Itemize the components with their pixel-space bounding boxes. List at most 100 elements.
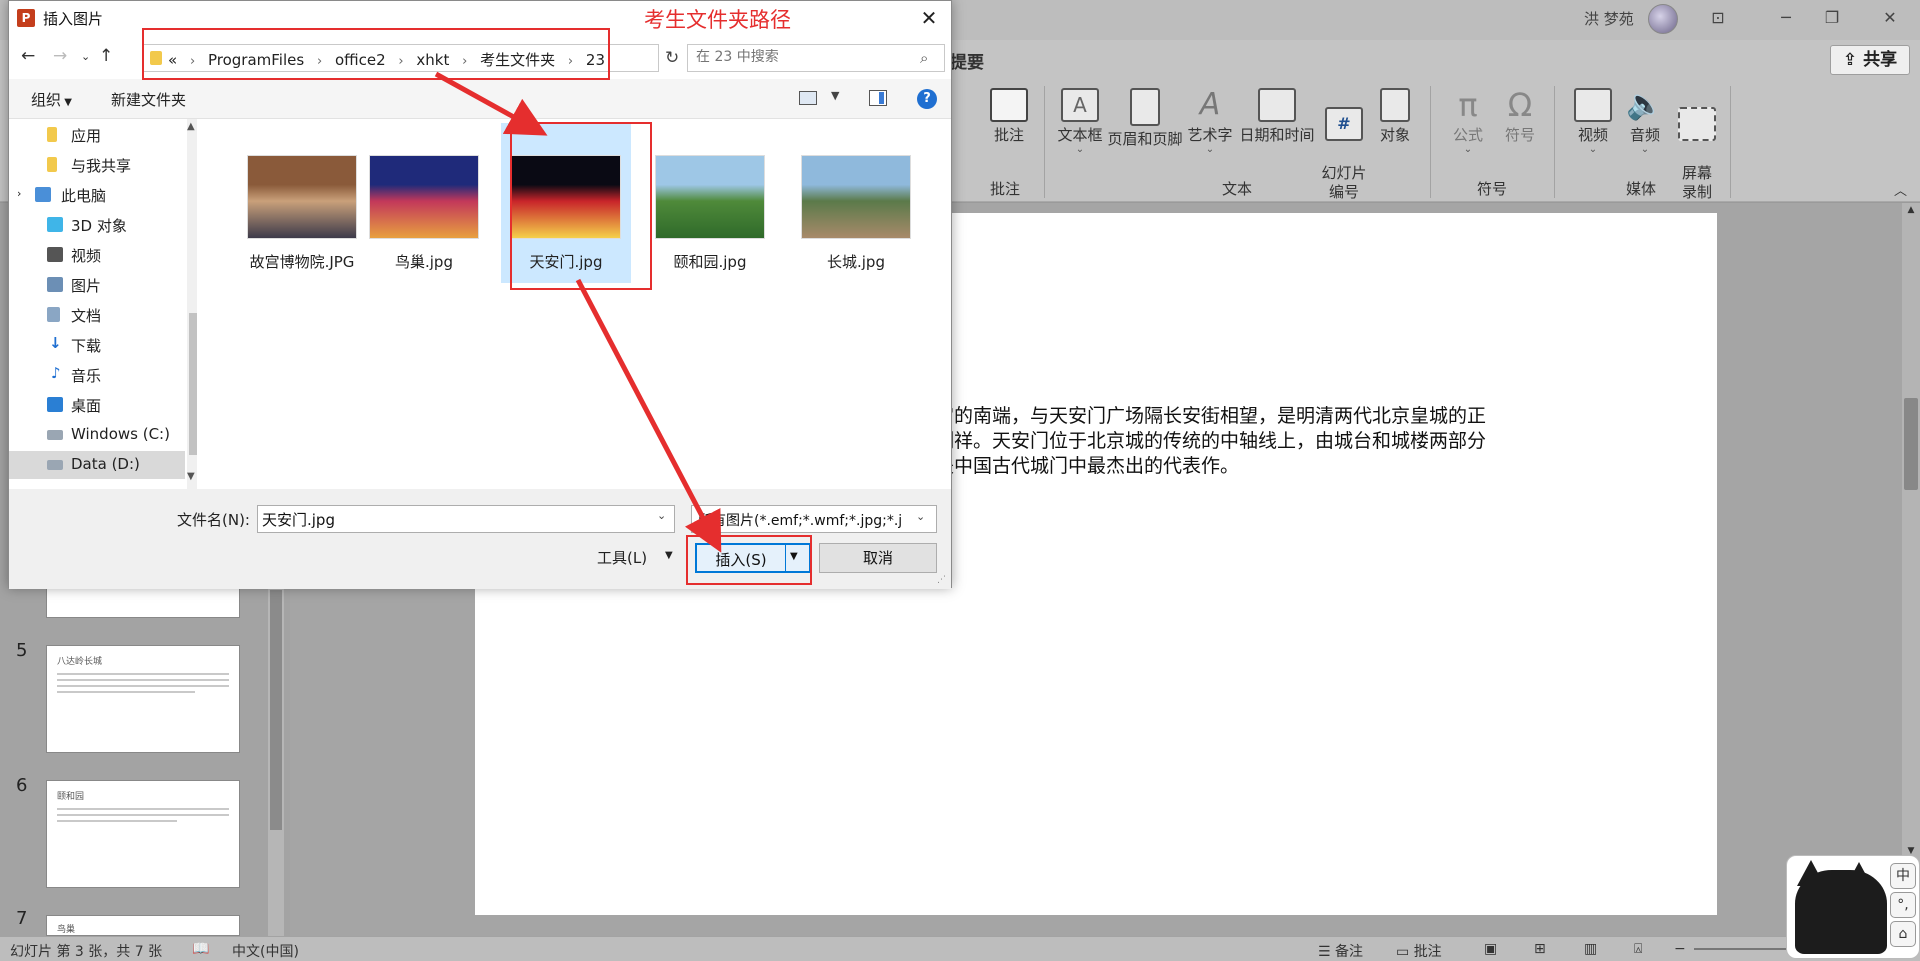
search-box: ⌕ bbox=[687, 44, 945, 72]
ribbon-display-options-icon[interactable]: ⊡ bbox=[1706, 6, 1730, 30]
chevron-down-icon[interactable]: ▼ bbox=[665, 550, 673, 561]
refresh-icon[interactable]: ↻ bbox=[665, 48, 687, 68]
nav-item-label: 与我共享 bbox=[71, 157, 132, 175]
audio-button[interactable]: 🔈 音频 ⌄ bbox=[1620, 88, 1670, 155]
file-type-filter[interactable]: 所有图片(*.emf;*.wmf;*.jpg;*.j ⌄ bbox=[691, 505, 937, 533]
header-footer-button[interactable]: 页眉和页脚 bbox=[1106, 88, 1184, 149]
file-item[interactable]: 鸟巢.jpg bbox=[359, 123, 489, 283]
scroll-up-icon[interactable]: ▲ bbox=[187, 121, 197, 132]
chevron-down-icon[interactable]: ⌄ bbox=[657, 509, 666, 522]
group-media: 媒体 bbox=[1626, 180, 1657, 198]
preview-pane-icon[interactable] bbox=[869, 90, 887, 106]
back-arrow-icon[interactable]: ← bbox=[21, 46, 35, 66]
nav-item[interactable]: 与我共享 bbox=[9, 151, 185, 179]
video-icon bbox=[1574, 88, 1612, 122]
slide-thumbnail[interactable]: 鸟巢 bbox=[46, 915, 240, 936]
comment-label: 批注 bbox=[993, 126, 1024, 144]
slide-thumbnail[interactable]: 颐和园 bbox=[46, 780, 240, 888]
cancel-button[interactable]: 取消 bbox=[819, 543, 937, 573]
tools-button[interactable]: 工具(L) bbox=[597, 547, 647, 568]
change-view-icon[interactable] bbox=[799, 91, 817, 105]
close-icon[interactable]: ✕ bbox=[915, 5, 943, 31]
wordart-button[interactable]: A 艺术字 ⌄ bbox=[1184, 88, 1236, 155]
nav-item[interactable]: 文档 bbox=[9, 301, 185, 329]
nav-item[interactable]: 图片 bbox=[9, 271, 185, 299]
equation-button[interactable]: π 公式 ⌄ bbox=[1444, 88, 1492, 155]
computer-icon bbox=[35, 187, 51, 202]
reading-view-icon[interactable]: ▥ bbox=[1584, 941, 1597, 957]
scroll-up-icon[interactable]: ▲ bbox=[1904, 205, 1918, 219]
language-indicator[interactable]: 中文(中国) bbox=[232, 941, 299, 961]
object-button[interactable]: 对象 bbox=[1372, 88, 1418, 145]
zoom-slider[interactable] bbox=[1694, 948, 1786, 950]
share-button[interactable]: ⇪ 共享 bbox=[1830, 45, 1910, 75]
organize-button[interactable]: 组织 ▼ bbox=[31, 89, 72, 110]
new-folder-button[interactable]: 新建文件夹 bbox=[111, 89, 186, 110]
slide-sorter-icon[interactable]: ⊞ bbox=[1534, 941, 1546, 957]
nav-item[interactable]: Windows (C:) bbox=[9, 421, 185, 449]
comment-button[interactable]: 批注 bbox=[984, 88, 1034, 145]
normal-view-icon[interactable]: ▣ bbox=[1484, 941, 1497, 957]
folder-icon bbox=[47, 127, 57, 142]
navigation-scroll-thumb[interactable] bbox=[189, 313, 197, 455]
symbol-button[interactable]: Ω 符号 bbox=[1496, 88, 1544, 145]
ime-language-toggle[interactable]: 中 bbox=[1890, 863, 1916, 889]
date-time-button[interactable]: 日期和时间 bbox=[1236, 88, 1318, 145]
video-icon bbox=[47, 247, 63, 262]
file-item[interactable]: 颐和园.jpg bbox=[645, 123, 775, 283]
nav-item-selected[interactable]: Data (D:) bbox=[9, 451, 185, 479]
slide-scroll-thumb[interactable] bbox=[1904, 398, 1918, 490]
spell-check-icon[interactable]: 📖 bbox=[192, 941, 209, 957]
ime-toolbar[interactable]: 中 °, ⌂ bbox=[1786, 855, 1920, 959]
nav-item[interactable]: ↓ 下载 bbox=[9, 331, 185, 359]
screen-recording-button[interactable]: 屏幕 录制 bbox=[1672, 88, 1722, 202]
nav-item[interactable]: 桌面 bbox=[9, 391, 185, 419]
downloads-icon: ↓ bbox=[49, 334, 62, 352]
video-button[interactable]: 视频 ⌄ bbox=[1568, 88, 1618, 155]
file-name: 鸟巢.jpg bbox=[395, 253, 453, 271]
chevron-down-icon[interactable]: ▼ bbox=[831, 89, 839, 102]
collapse-ribbon-icon[interactable]: ︿ bbox=[1894, 180, 1907, 199]
recent-locations-chevron-icon[interactable]: ⌄ bbox=[81, 50, 90, 63]
file-item[interactable]: 长城.jpg bbox=[791, 123, 921, 283]
slide-number-icon: # bbox=[1325, 107, 1363, 141]
desktop-icon bbox=[47, 397, 63, 412]
slide-body-text[interactable]: 宫的南端，与天安门广场隔长安街相望，是明清两代北京皇城的正 制祥。天安门位于北京… bbox=[935, 404, 1625, 479]
ribbon-tab-tell-me[interactable]: 提要 bbox=[950, 48, 984, 73]
filename-input[interactable] bbox=[257, 505, 675, 533]
ime-settings-icon[interactable]: ⌂ bbox=[1890, 921, 1916, 947]
comments-button[interactable]: ▭ 批注 bbox=[1396, 941, 1442, 961]
filename-label: 文件名(N): bbox=[177, 511, 250, 529]
forward-arrow-icon[interactable]: → bbox=[53, 46, 67, 66]
nav-item[interactable]: › 此电脑 bbox=[9, 181, 185, 209]
nav-item-label: 文档 bbox=[71, 307, 102, 325]
nav-item-label: Data (D:) bbox=[71, 455, 140, 473]
slide-scrollbar[interactable] bbox=[1902, 203, 1920, 863]
minimize-icon[interactable]: ─ bbox=[1774, 6, 1798, 30]
search-input[interactable] bbox=[696, 49, 906, 65]
slide-thumbnail[interactable]: 八达岭长城 bbox=[46, 645, 240, 753]
textbox-button[interactable]: A 文本框 ⌄ bbox=[1052, 88, 1108, 155]
nav-item[interactable]: 3D 对象 bbox=[9, 211, 185, 239]
user-name[interactable]: 洪 梦苑 bbox=[1584, 8, 1634, 29]
slideshow-icon[interactable]: ⍓ bbox=[1634, 941, 1642, 957]
avatar[interactable] bbox=[1648, 4, 1678, 34]
symbol-label: 符号 bbox=[1504, 126, 1535, 144]
nav-item[interactable]: ♪ 音乐 bbox=[9, 361, 185, 389]
notes-button[interactable]: ☰ 备注 bbox=[1318, 941, 1363, 961]
up-arrow-icon[interactable]: ↑ bbox=[99, 46, 113, 66]
search-icon[interactable]: ⌕ bbox=[920, 49, 928, 67]
close-icon[interactable]: ✕ bbox=[1878, 6, 1902, 30]
chevron-right-icon[interactable]: › bbox=[17, 187, 21, 200]
zoom-out-icon[interactable]: − bbox=[1674, 941, 1686, 957]
slide-number-button[interactable]: # 幻灯片 编号 bbox=[1318, 88, 1370, 202]
file-item[interactable]: 故宫博物院.JPG bbox=[237, 123, 367, 283]
nav-item[interactable]: 应用 bbox=[9, 121, 185, 149]
help-icon[interactable]: ? bbox=[917, 89, 937, 109]
nav-item[interactable]: 视频 bbox=[9, 241, 185, 269]
ime-punctuation-toggle[interactable]: °, bbox=[1890, 892, 1916, 918]
scroll-down-icon[interactable]: ▼ bbox=[187, 471, 197, 482]
resize-grip-icon[interactable]: ⋰ bbox=[937, 575, 946, 585]
restore-icon[interactable]: ❐ bbox=[1820, 6, 1844, 30]
thumbnails-scroll-thumb[interactable] bbox=[270, 590, 282, 830]
